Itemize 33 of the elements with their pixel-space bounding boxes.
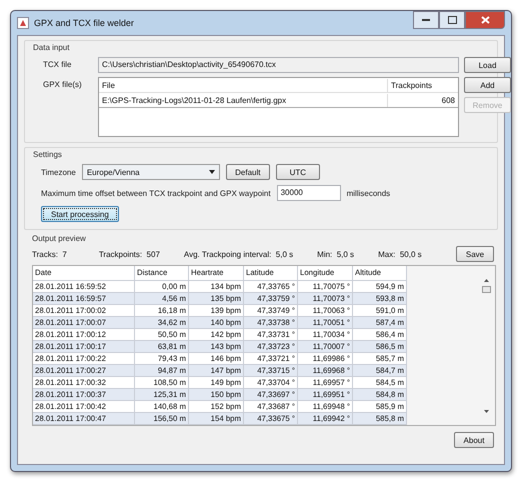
tcx-file-field[interactable]: C:\Users\christian\Desktop\activity_65490670.tcx [98,57,459,73]
caret-icon [208,170,215,174]
maximize-icon[interactable] [439,11,465,29]
unit-label: milliseconds [346,188,390,198]
button[interactable]: Load [464,57,511,73]
field-label: Timezone [41,168,76,176]
stat-text: Trackpoints: 507 [98,250,160,258]
minimize-icon[interactable] [413,11,439,29]
timezone-dropdown[interactable]: Europe/Vienna [82,164,220,180]
button[interactable]: Default [226,164,270,180]
field-label: Maximum time offset between TCX trackpoint and GPX waypoint [41,188,271,198]
field-label: TCX file [43,59,72,71]
button[interactable]: UTC [276,164,320,180]
column-header[interactable]: File [99,78,388,92]
start-processing-button[interactable]: Start processing [41,206,119,222]
table-cell: E:\GPS-Tracking-Logs\2011-01-28 Laufen\fertig.gpx [99,94,388,106]
table-cell-text: 608 [440,94,456,106]
group-title: Settings [33,150,62,159]
button[interactable]: Add [464,77,511,93]
stat-text: Avg. Trackpoing interval: 5,0 s [184,250,294,258]
group-title: Output preview [32,234,86,243]
close-icon[interactable] [465,11,505,29]
about-button[interactable]: About [454,432,494,448]
window-title: GPX and TCX file welder [34,18,135,28]
stat-text: Tracks: 7 [32,250,67,258]
stat-text: Min: 5,0 s [317,250,354,258]
group-title: Data input [33,43,70,52]
app-icon [17,17,29,29]
stat-text: Max: 50,0 s [378,250,422,258]
offset-field[interactable]: 30000 [276,185,341,201]
field-label: GPX file(s) [43,79,83,91]
save-button[interactable]: Save [456,246,494,262]
column-header[interactable]: Trackpoints [388,78,458,92]
